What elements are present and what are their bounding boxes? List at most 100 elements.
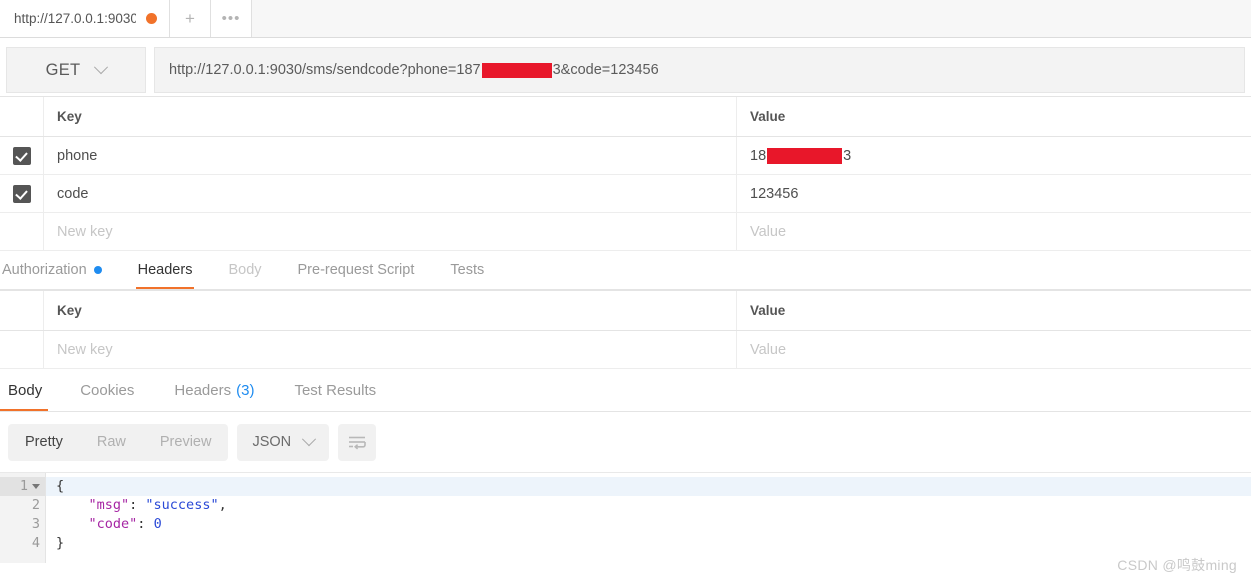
tab-pre-request-script[interactable]: Pre-request Script [280, 251, 433, 289]
query-params-table: Key Value phone 18 3 code 123456 New key [0, 96, 1251, 251]
code-token: "msg" [88, 497, 130, 513]
request-url-suffix: 3&code=123456 [552, 62, 659, 78]
code-content[interactable]: { "msg": "success", "code": 0 } [46, 473, 1251, 563]
param-checkbox-cell[interactable] [0, 137, 44, 174]
redaction-block [481, 62, 552, 78]
table-row-new[interactable]: New key Value [0, 213, 1251, 251]
request-headers-table: Key Value New key Value [0, 290, 1251, 369]
chevron-down-icon [94, 60, 109, 75]
table-row[interactable]: phone 18 3 [0, 137, 1251, 175]
line-number: 1 [19, 478, 28, 494]
new-param-value-input[interactable]: Value [737, 213, 1251, 250]
param-key-cell[interactable]: phone [44, 137, 737, 174]
new-header-key-input[interactable]: New key [44, 331, 737, 368]
response-body-viewer[interactable]: 1 2 3 4 { "msg": "success", "code": 0} [0, 472, 1251, 563]
line-number-row[interactable]: 1 [0, 477, 45, 496]
new-header-checkbox-cell [0, 331, 44, 368]
checkbox-checked-icon[interactable] [12, 146, 31, 165]
view-mode-raw[interactable]: Raw [80, 424, 143, 461]
code-token: "code" [88, 516, 138, 532]
tab-authorization-label: Authorization [2, 262, 87, 278]
line-number: 4 [31, 535, 40, 551]
param-value-suffix: 3 [843, 147, 852, 164]
word-wrap-button[interactable] [338, 423, 377, 461]
new-param-checkbox-cell [0, 213, 44, 250]
code-line: { [46, 477, 1251, 496]
tab-strip-filler [252, 0, 1251, 37]
code-line: } [46, 534, 1251, 553]
table-row[interactable]: code 123456 [0, 175, 1251, 213]
line-number: 2 [31, 497, 40, 513]
request-url-input[interactable]: http://127.0.0.1:9030/sms/sendcode?phone… [154, 47, 1245, 93]
param-value-cell[interactable]: 18 3 [737, 137, 1251, 174]
line-number-row: 4 [0, 534, 45, 553]
params-header-key: Key [44, 97, 737, 136]
code-line: "msg": "success", [46, 496, 1251, 515]
tab-overflow-menu-button[interactable]: ••• [211, 0, 252, 37]
code-token: : [137, 516, 154, 532]
http-method-selector[interactable]: GET [6, 47, 146, 93]
code-token: { [56, 478, 65, 494]
param-value-cell[interactable]: 123456 [737, 175, 1251, 212]
tab-body[interactable]: Body [210, 251, 279, 289]
line-number-row: 2 [0, 496, 45, 515]
tab-authorization[interactable]: Authorization [0, 251, 120, 289]
code-line: "code": 0 [46, 515, 1251, 534]
request-tab-label: http://127.0.0.1:9030/ [14, 11, 136, 26]
response-section-tabs: Body Cookies Headers (3) Test Results [0, 369, 1251, 412]
word-wrap-icon [348, 436, 366, 450]
http-method-label: GET [45, 60, 81, 79]
redaction-block [767, 147, 843, 164]
code-token: 0 [153, 516, 162, 532]
tab-response-cookies[interactable]: Cookies [60, 369, 154, 411]
fold-toggle-icon[interactable] [32, 484, 40, 489]
tab-test-results[interactable]: Test Results [274, 369, 396, 411]
new-param-key-input[interactable]: New key [44, 213, 737, 250]
code-token: } [56, 535, 65, 551]
param-value-prefix: 18 [750, 147, 767, 164]
line-number-row: 3 [0, 515, 45, 534]
checkbox-checked-icon[interactable] [12, 184, 31, 203]
request-url-text: http://127.0.0.1:9030/sms/sendcode?phone… [169, 62, 659, 78]
headers-header-value: Value [750, 303, 786, 318]
tab-response-body[interactable]: Body [0, 369, 60, 411]
code-token: , [218, 497, 227, 513]
code-token: : [129, 497, 146, 513]
params-table-header: Key Value [0, 97, 1251, 137]
tab-response-headers-label: Headers [174, 381, 232, 399]
tab-headers[interactable]: Headers [120, 251, 211, 289]
tab-tests[interactable]: Tests [432, 251, 502, 289]
chevron-down-icon [302, 432, 317, 447]
headers-header-key: Key [44, 291, 737, 330]
headers-header-check-cell [0, 291, 44, 330]
table-row-new[interactable]: New key Value [0, 331, 1251, 369]
response-format-selector[interactable]: JSON [237, 423, 330, 461]
response-format-label: JSON [252, 434, 292, 450]
tab-strip: http://127.0.0.1:9030/ + ••• [0, 0, 1251, 38]
param-checkbox-cell[interactable] [0, 175, 44, 212]
unsaved-indicator-icon [146, 13, 157, 24]
line-number-gutter: 1 2 3 4 [0, 473, 46, 563]
response-headers-count: (3) [236, 381, 255, 399]
tab-response-headers[interactable]: Headers (3) [154, 369, 274, 411]
authorization-set-indicator-icon [93, 266, 102, 274]
postman-window: http://127.0.0.1:9030/ + ••• GET http://… [0, 0, 1251, 584]
request-section-tabs: Authorization Headers Body Pre-request S… [0, 251, 1251, 290]
watermark: CSDN @鸣鼓ming [1117, 557, 1237, 573]
view-mode-preview[interactable]: Preview [143, 424, 229, 461]
headers-table-header: Key Value [0, 291, 1251, 331]
new-tab-button[interactable]: + [170, 0, 211, 37]
param-key-cell[interactable]: code [44, 175, 737, 212]
line-number: 3 [31, 516, 40, 532]
view-mode-group: Pretty Raw Preview [8, 423, 229, 461]
params-header-value: Value [750, 109, 786, 124]
code-token: "success" [145, 497, 219, 513]
request-url-row: GET http://127.0.0.1:9030/sms/sendcode?p… [0, 38, 1251, 96]
params-header-check-cell [0, 97, 44, 136]
response-body-toolbar: Pretty Raw Preview JSON [0, 412, 1251, 472]
request-tab-item[interactable]: http://127.0.0.1:9030/ [0, 0, 170, 37]
new-header-value-input[interactable]: Value [737, 331, 1251, 368]
view-mode-pretty[interactable]: Pretty [8, 424, 80, 461]
